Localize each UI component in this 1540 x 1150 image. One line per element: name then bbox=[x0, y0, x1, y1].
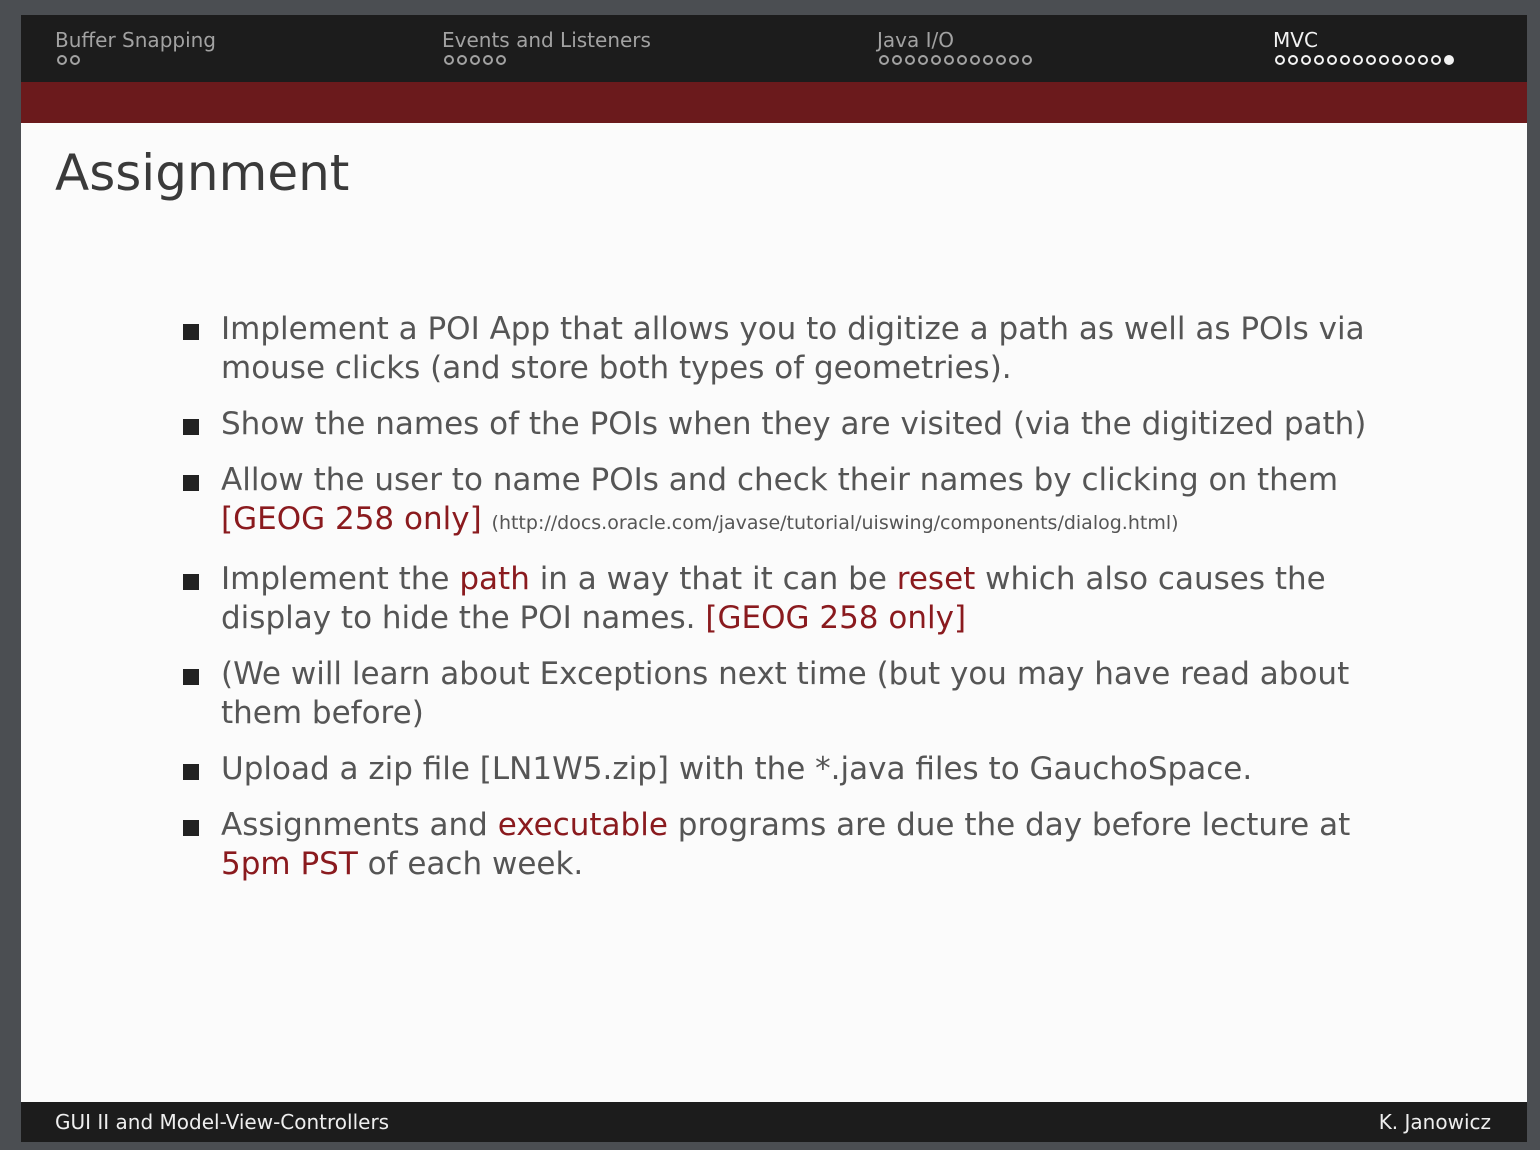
bullet-text: programs are due the day before lecture … bbox=[667, 807, 1351, 843]
highlight-text: reset bbox=[896, 561, 976, 597]
nav-section-title[interactable]: Events and Listeners bbox=[442, 27, 651, 53]
bullet-text: of each week. bbox=[357, 846, 584, 882]
nav-slide-dot[interactable] bbox=[1444, 55, 1454, 65]
nav-slide-dot[interactable] bbox=[1431, 55, 1441, 65]
assignment-list: Implement a POI App that allows you to d… bbox=[179, 310, 1429, 901]
bullet-text: Assignments and bbox=[221, 807, 498, 843]
footer-author: K. Janowicz bbox=[1378, 1110, 1491, 1134]
nav-slide-dot[interactable] bbox=[996, 55, 1006, 65]
square-bullet-icon bbox=[183, 324, 199, 340]
nav-slide-dot[interactable] bbox=[1392, 55, 1402, 65]
square-bullet-icon bbox=[183, 574, 199, 590]
bullet-text: Allow the user to name POIs and check th… bbox=[221, 462, 1339, 498]
nav-slide-dot[interactable] bbox=[57, 55, 67, 65]
highlight-text: [GEOG 258 only] bbox=[705, 600, 967, 636]
bullet-text: Upload a zip file [LN1W5.zip] with the *… bbox=[221, 751, 1253, 787]
slide: Buffer Snapping Events and Listeners Jav… bbox=[21, 15, 1527, 1142]
nav-slide-dot[interactable] bbox=[918, 55, 928, 65]
reference-url-link[interactable]: (http://docs.oracle.com/javase/tutorial/… bbox=[492, 512, 1179, 534]
square-bullet-icon bbox=[183, 764, 199, 780]
nav-slide-dot[interactable] bbox=[1340, 55, 1350, 65]
nav-slide-dot[interactable] bbox=[457, 55, 467, 65]
bullet-item: Implement a POI App that allows you to d… bbox=[179, 310, 1429, 388]
highlight-text: [GEOG 258 only] bbox=[221, 501, 482, 537]
nav-slide-dot[interactable] bbox=[944, 55, 954, 65]
nav-slide-dot[interactable] bbox=[1353, 55, 1363, 65]
nav-slide-dot[interactable] bbox=[905, 55, 915, 65]
frame-title: Assignment bbox=[55, 144, 350, 202]
nav-slide-dot[interactable] bbox=[1022, 55, 1032, 65]
nav-slide-dot[interactable] bbox=[470, 55, 480, 65]
nav-slide-dot[interactable] bbox=[879, 55, 889, 65]
footer-bar: GUI II and Model-View-Controllers K. Jan… bbox=[21, 1102, 1527, 1142]
bullet-item: Show the names of the POIs when they are… bbox=[179, 405, 1429, 444]
highlight-text: 5pm PST bbox=[221, 846, 358, 882]
highlight-text: executable bbox=[497, 807, 668, 843]
square-bullet-icon bbox=[183, 419, 199, 435]
bullet-item: Implement the path in a way that it can … bbox=[179, 560, 1429, 638]
nav-slide-dot[interactable] bbox=[444, 55, 454, 65]
nav-slide-dot[interactable] bbox=[1301, 55, 1311, 65]
square-bullet-icon bbox=[183, 820, 199, 836]
square-bullet-icon bbox=[183, 475, 199, 491]
nav-section-title[interactable]: MVC bbox=[1273, 27, 1454, 53]
square-bullet-icon bbox=[183, 669, 199, 685]
bullet-item: Upload a zip file [LN1W5.zip] with the *… bbox=[179, 750, 1429, 789]
bullet-text: Show the names of the POIs when they are… bbox=[221, 406, 1367, 442]
nav-section-title[interactable]: Java I/O bbox=[877, 27, 1032, 53]
nav-dots bbox=[442, 55, 651, 65]
nav-slide-dot[interactable] bbox=[1009, 55, 1019, 65]
nav-dots bbox=[55, 55, 216, 65]
nav-slide-dot[interactable] bbox=[1275, 55, 1285, 65]
bullet-text: Implement a POI App that allows you to d… bbox=[221, 311, 1365, 386]
nav-slide-dot[interactable] bbox=[1418, 55, 1428, 65]
nav-slide-dot[interactable] bbox=[892, 55, 902, 65]
nav-slide-dot[interactable] bbox=[483, 55, 493, 65]
nav-dots bbox=[877, 55, 1032, 65]
nav-slide-dot[interactable] bbox=[1288, 55, 1298, 65]
nav-slide-dot[interactable] bbox=[983, 55, 993, 65]
nav-slide-dot[interactable] bbox=[1405, 55, 1415, 65]
highlight-text: path bbox=[459, 561, 530, 597]
bullet-item: Allow the user to name POIs and check th… bbox=[179, 461, 1429, 543]
nav-slide-dot[interactable] bbox=[957, 55, 967, 65]
nav-dots bbox=[1273, 55, 1454, 65]
navigation-bar: Buffer Snapping Events and Listeners Jav… bbox=[21, 15, 1527, 82]
nav-section-mvc[interactable]: MVC bbox=[1273, 27, 1454, 65]
nav-slide-dot[interactable] bbox=[1327, 55, 1337, 65]
bullet-item: (We will learn about Exceptions next tim… bbox=[179, 655, 1429, 733]
nav-slide-dot[interactable] bbox=[931, 55, 941, 65]
nav-slide-dot[interactable] bbox=[1366, 55, 1376, 65]
nav-section-events-and-listeners[interactable]: Events and Listeners bbox=[442, 27, 651, 65]
nav-section-title[interactable]: Buffer Snapping bbox=[55, 27, 216, 53]
bullet-text: (We will learn about Exceptions next tim… bbox=[221, 656, 1350, 731]
bullet-item: Assignments and executable programs are … bbox=[179, 806, 1429, 884]
nav-section-buffer-snapping[interactable]: Buffer Snapping bbox=[55, 27, 216, 65]
nav-slide-dot[interactable] bbox=[1379, 55, 1389, 65]
nav-slide-dot[interactable] bbox=[496, 55, 506, 65]
bullet-text bbox=[482, 501, 492, 537]
bullet-text: in a way that it can be bbox=[529, 561, 897, 597]
nav-slide-dot[interactable] bbox=[70, 55, 80, 65]
footer-title: GUI II and Model-View-Controllers bbox=[55, 1110, 390, 1134]
nav-slide-dot[interactable] bbox=[970, 55, 980, 65]
nav-section-java-io[interactable]: Java I/O bbox=[877, 27, 1032, 65]
header-accent-bar bbox=[21, 82, 1527, 123]
nav-slide-dot[interactable] bbox=[1314, 55, 1324, 65]
bullet-text: Implement the bbox=[221, 561, 460, 597]
